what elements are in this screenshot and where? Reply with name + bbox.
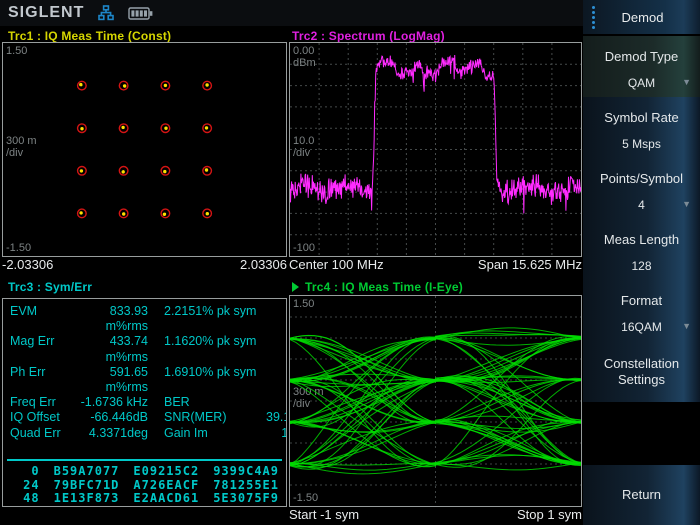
hex-group: 79BFC71D [53, 477, 120, 492]
hex-row: 24 79BFC71D A726EACF 781255E1 [10, 477, 279, 493]
hex-group: B59A7077 [53, 464, 120, 479]
dropdown-icon: ▼ [682, 199, 691, 209]
siglent-logo: SIGLENT [8, 4, 85, 21]
eye-start-label: Start -1 sym [289, 507, 360, 522]
hex-group: 544C8CEF [133, 505, 199, 506]
meas-label: Mag Err [10, 334, 55, 349]
hex-offset: 72 [10, 505, 40, 506]
meas-label: 1.1620% pk sym [164, 334, 257, 349]
hex-offset: 24 [23, 477, 40, 492]
spectrum-trace [290, 43, 581, 256]
meas-value: 74 [266, 365, 286, 395]
hex-group: 1E13F873 [53, 491, 120, 506]
menu-item-format[interactable]: Format 16QAM ▼ [583, 280, 700, 341]
meas-label: BER [164, 395, 190, 410]
trc1-x-max: 2.03306 [240, 257, 287, 272]
meas-label: Quad Err [10, 425, 61, 440]
meas-value: 833.93 m%rms [105, 304, 148, 334]
lan-icon [98, 5, 115, 21]
meas-value: 74 [266, 304, 286, 334]
trc1-title: Trc1 : IQ Meas Time (Const) [8, 29, 172, 43]
constellation-trace [76, 80, 213, 219]
meas-value: 4.3371deg [88, 425, 148, 440]
trc3-title: Trc3 : Sym/Err [8, 280, 93, 294]
center-frequency-label: Center 100 MHz [289, 257, 384, 272]
hex-group: 5E3075F9 [213, 491, 279, 506]
menu-title: Demod [621, 9, 664, 25]
meas-label: EVM [10, 304, 38, 318]
hex-row: 48 1E13F873 E2AACD61 5E3075F9 [10, 492, 279, 506]
meas-value: 126.41 mdB [266, 426, 286, 456]
meas-value: 39.158dB [266, 410, 286, 425]
battery-icon [128, 6, 154, 21]
hex-group: A726EACF [133, 477, 200, 492]
hex-offset: 0 [31, 464, 40, 479]
meas-label: 1.6910% pk sym [164, 364, 257, 379]
meas-label: 2.2151% pk sym [164, 304, 257, 318]
dropdown-icon: ▼ [682, 321, 691, 331]
trc2-x-axis-labels: Center 100 MHz Span 15.625 MHz [289, 257, 582, 272]
meas-value: 117 [266, 334, 286, 364]
meas-label: IQ Offset [10, 410, 60, 425]
top-status-bar: SIGLENT [0, 0, 583, 26]
trc4-x-axis-labels: Start -1 sym Stop 1 sym [289, 507, 582, 522]
trc1-constellation-plot: 1.50 300 m /div -1.50 [2, 42, 287, 257]
trc1-x-min: -2.03306 [2, 257, 54, 272]
menu-item-symbol-rate[interactable]: Symbol Rate 5 Msps [583, 97, 700, 158]
trc4-eye-plot: 1.50 300 m /div -1.50 [289, 295, 582, 507]
meas-label: SNR(MER) [164, 410, 227, 425]
hex-row: 72 DE705674 544C8CEF 4146F016 [10, 505, 279, 506]
menu-item-return[interactable]: Return [583, 465, 700, 525]
hex-group: 9399C4A9 [213, 464, 279, 479]
eye-diagram-trace [290, 296, 581, 506]
eye-stop-label: Stop 1 sym [516, 507, 582, 522]
active-trace-icon [292, 282, 299, 292]
error-summary-table: EVM 833.93 m%rms 2.2151% pk sym 74 Mag Err 43… [3, 299, 286, 456]
hex-group: E09215C2 [133, 464, 200, 479]
trc4-title: Trc4 : IQ Meas Time (I-Eye) [292, 280, 463, 294]
menu-item-meas-length[interactable]: Meas Length 128 [583, 219, 700, 280]
menu-sidebar: Demod Demod Type QAM ▼ Symbol Rate 5 Msp… [583, 0, 700, 525]
meas-value: -1.6736 kHz [80, 395, 148, 410]
hex-group: DE705674 [54, 505, 120, 506]
hex-group: E2AACD61 [133, 491, 200, 506]
menu-item-constellation-settings[interactable]: Constellation Settings [583, 341, 700, 402]
dropdown-icon: ▼ [682, 77, 691, 87]
hex-offset: 48 [23, 491, 40, 506]
span-label: Span 15.625 MHz [477, 257, 582, 272]
meas-value: -66.446dB [90, 410, 148, 425]
hex-row: 0 B59A7077 E09215C2 9399C4A9 [10, 464, 279, 479]
menu-header[interactable]: Demod [583, 0, 700, 34]
hex-group: 4146F016 [213, 505, 279, 506]
trc2-spectrum-plot: 0.00 dBm 10.0 /div -100 [289, 42, 582, 257]
meas-label: Freq Err [10, 395, 56, 410]
meas-value: 433.74 m%rms [105, 334, 148, 364]
meas-value: % [266, 395, 286, 410]
meas-value: 591.65 m%rms [105, 364, 148, 395]
trc2-title: Trc2 : Spectrum (LogMag) [292, 29, 445, 43]
trc1-x-axis-labels: -2.03306 2.03306 [2, 257, 287, 272]
menu-item-demod-type[interactable]: Demod Type QAM ▼ [583, 36, 700, 97]
menu-item-points-per-symbol[interactable]: Points/Symbol 4 ▼ [583, 158, 700, 219]
analyzer-screen: SIGLENT Trc1 : IQ Meas Time (Const) 1.50 [0, 0, 700, 525]
trc3-symerr-panel: EVM 833.93 m%rms 2.2151% pk sym 74 Mag Err 43… [2, 298, 287, 507]
meas-label: Gain Im [164, 425, 208, 440]
trc4-title-text: Trc4 : IQ Meas Time (I-Eye) [305, 280, 463, 294]
meas-label: Ph Err [10, 364, 46, 379]
symbol-hex-table: 0 B59A7077 E09215C2 9399C4A9 24 79BFC71D A726E… [3, 464, 286, 506]
table-separator [7, 459, 282, 462]
hex-group: 781255E1 [213, 477, 279, 492]
